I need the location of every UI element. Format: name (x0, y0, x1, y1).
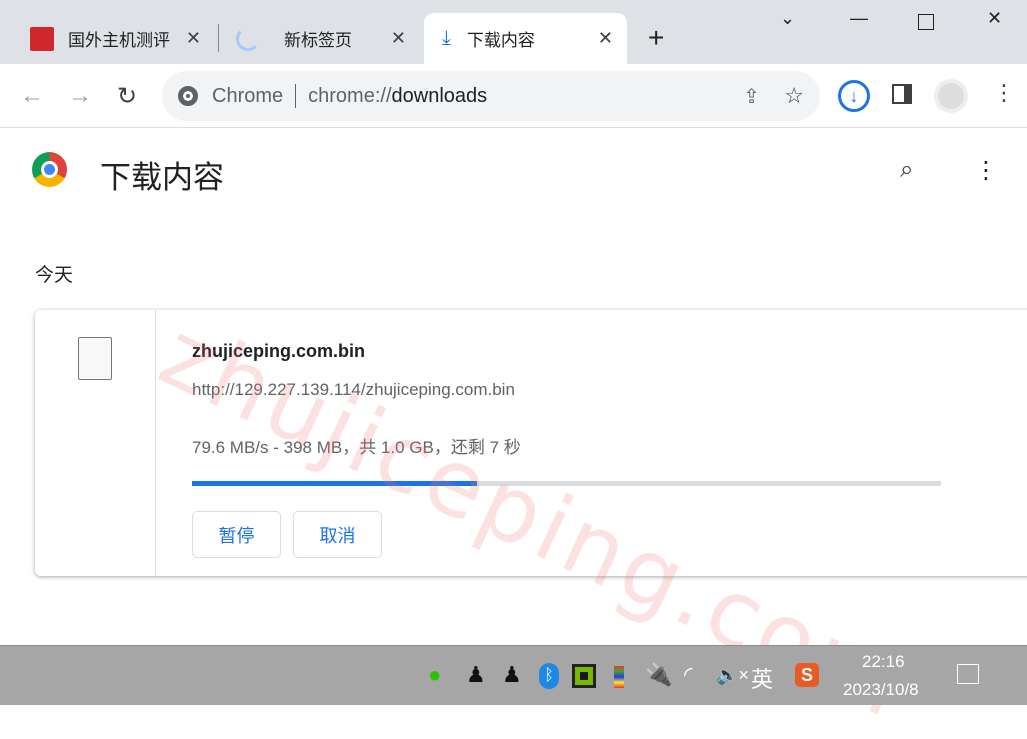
tab-search-chevron-icon[interactable]: ⌄ (780, 8, 795, 29)
downloads-bubble-icon[interactable]: ↓ (838, 80, 870, 112)
url-path: downloads (391, 84, 488, 107)
menu-icon[interactable]: ⋮ (993, 80, 1015, 106)
tab-downloads[interactable]: ⤓ 下载内容 ✕ (424, 13, 627, 64)
downloads-header: 下载内容 ⌕ ⋮ (0, 128, 1027, 218)
reload-button[interactable]: ↻ (117, 82, 137, 111)
nvidia-icon[interactable] (572, 664, 596, 688)
qq-icon[interactable]: ♟ (466, 662, 486, 688)
progress-bar (192, 481, 941, 486)
bluetooth-icon[interactable]: ᛒ (539, 663, 559, 689)
toolbar: ← → ↻ Chrome chrome://downloads ⇪ ☆ ↓ ⋮ (0, 64, 1027, 128)
download-item: zhujiceping.com.bin http://129.227.139.1… (35, 310, 1027, 576)
url-scheme: chrome:// (308, 84, 392, 107)
tab-label: 国外主机测评 (68, 31, 170, 50)
chrome-logo-icon (32, 152, 67, 187)
origin-divider (295, 84, 297, 108)
download-status: 79.6 MB/s - 398 MB，共 1.0 GB，还剩 7 秒 (192, 438, 521, 457)
wechat-icon[interactable]: ● (428, 662, 441, 688)
tab-divider (218, 24, 219, 52)
maximize-button[interactable] (918, 14, 934, 30)
search-icon[interactable]: ⌕ (900, 156, 913, 184)
download-icon: ⤓ (442, 27, 451, 49)
tab-label: 新标签页 (284, 31, 352, 50)
bookmark-star-icon[interactable]: ☆ (784, 83, 804, 109)
back-button[interactable]: ← (20, 82, 44, 110)
site-favicon (30, 26, 54, 51)
more-options-icon[interactable]: ⋮ (974, 156, 998, 185)
share-icon[interactable]: ⇪ (743, 84, 760, 109)
app-grid-icon[interactable] (614, 666, 624, 688)
card-divider (155, 310, 156, 576)
new-tab-button[interactable]: + (648, 22, 664, 54)
close-tab-icon[interactable]: ✕ (391, 28, 406, 49)
tab-site[interactable]: 国外主机测评 ✕ (20, 13, 215, 64)
taskbar: ● ♟ ♟ ᛒ 🔌 ◜ 🔈× 英 S 22:16 2023/10/8 (0, 645, 1027, 705)
clock-time[interactable]: 22:16 (862, 652, 905, 672)
pause-button[interactable]: 暂停 (192, 511, 281, 558)
tab-label: 下载内容 (466, 31, 535, 50)
source-url[interactable]: http://129.227.139.114/zhujiceping.com.b… (192, 380, 515, 400)
file-name-link[interactable]: zhujiceping.com.bin (192, 341, 365, 362)
progress-fill (192, 481, 477, 486)
wifi-icon[interactable]: ◜ (684, 662, 693, 688)
battery-icon[interactable]: 🔌 (645, 662, 672, 688)
close-window-button[interactable]: ✕ (987, 8, 1002, 29)
tab-strip: 国外主机测评 ✕ 新标签页 ✕ ⤓ 下载内容 ✕ + ⌄ — ✕ (0, 0, 1027, 64)
close-tab-icon[interactable]: ✕ (186, 28, 201, 49)
qq-icon-2[interactable]: ♟ (502, 662, 522, 688)
notification-icon[interactable] (957, 664, 979, 684)
volume-muted-icon[interactable]: 🔈× (716, 665, 749, 686)
close-tab-icon[interactable]: ✕ (598, 28, 613, 49)
clock-date[interactable]: 2023/10/8 (843, 680, 919, 700)
loading-spinner-icon (236, 26, 260, 51)
page-title: 下载内容 (100, 160, 224, 195)
origin-chip: Chrome (212, 84, 284, 107)
side-panel-icon[interactable] (892, 84, 912, 104)
chrome-icon (178, 86, 198, 106)
cancel-button[interactable]: 取消 (293, 511, 382, 558)
avatar[interactable] (934, 79, 968, 113)
ime-indicator[interactable]: 英 (751, 662, 773, 694)
address-bar[interactable]: Chrome chrome://downloads ⇪ ☆ (162, 71, 820, 121)
sogou-icon[interactable]: S (795, 663, 819, 687)
tab-new-tab[interactable]: 新标签页 ✕ (222, 13, 420, 64)
forward-button[interactable]: → (68, 82, 92, 110)
minimize-button[interactable]: — (850, 8, 868, 29)
date-section-label: 今天 (35, 265, 74, 286)
file-icon (78, 337, 112, 380)
